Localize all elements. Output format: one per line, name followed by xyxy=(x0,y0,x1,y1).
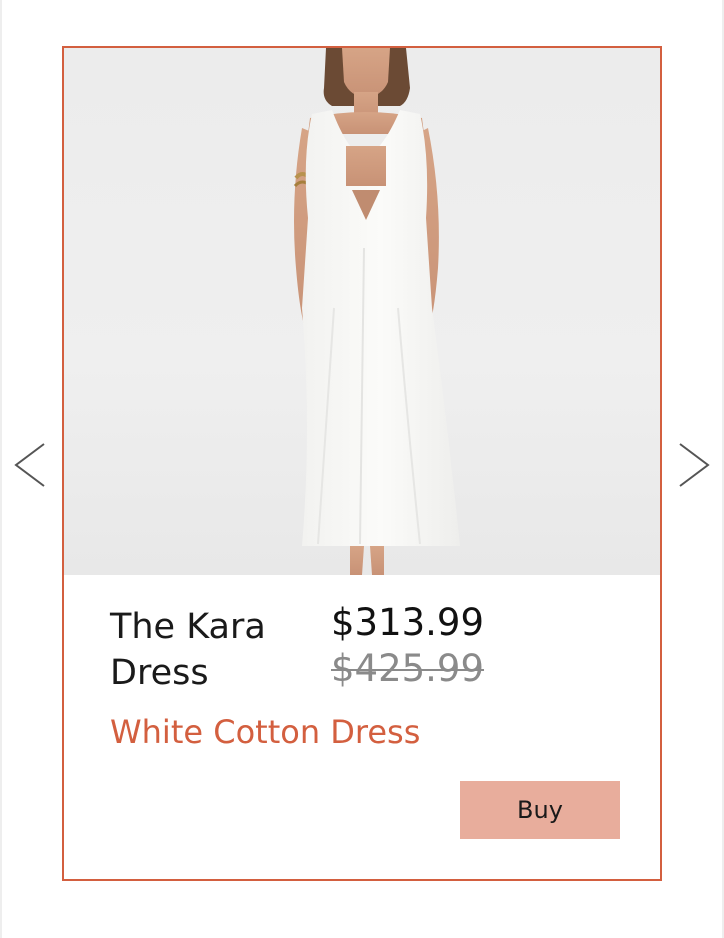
carousel-prev-button[interactable] xyxy=(10,440,50,490)
buy-button[interactable]: Buy xyxy=(460,781,620,839)
carousel-next-button[interactable] xyxy=(674,440,714,490)
dress-photo xyxy=(293,48,460,575)
original-price: $425.99 xyxy=(331,647,485,690)
chevron-left-icon xyxy=(14,443,45,487)
product-subtitle: White Cotton Dress xyxy=(110,713,421,751)
product-image[interactable] xyxy=(64,48,660,575)
chevron-right-icon xyxy=(679,443,710,487)
product-card: The Kara Dress $313.99 $425.99 White Cot… xyxy=(62,46,662,881)
current-price: $313.99 xyxy=(331,601,485,644)
product-name: The Kara Dress xyxy=(110,607,266,693)
